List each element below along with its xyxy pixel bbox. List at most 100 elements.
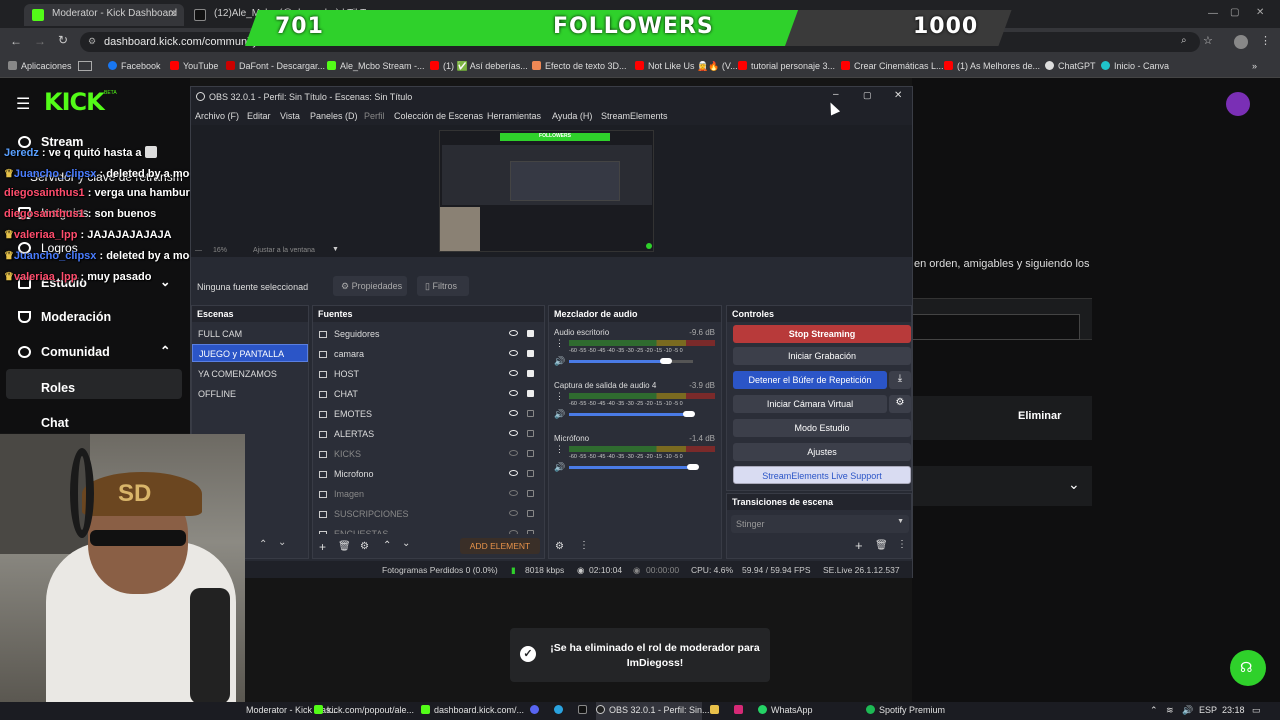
folder-icon[interactable] xyxy=(710,705,723,715)
bookmark-efecto-texto[interactable]: Efecto de texto 3D... xyxy=(532,61,627,71)
lock-icon[interactable] xyxy=(527,430,534,437)
source-item[interactable]: KICKS xyxy=(313,445,544,463)
nav-moderacion[interactable]: Moderación xyxy=(18,310,111,324)
role-name-input[interactable] xyxy=(912,314,1080,340)
save-replay-icon[interactable]: ⤓ xyxy=(889,371,911,389)
taskbar-item[interactable]: dashboard.kick.com/... xyxy=(421,705,524,715)
site-info-icon[interactable]: ⚙ xyxy=(88,36,96,47)
visibility-eye-icon[interactable] xyxy=(509,350,518,356)
source-item[interactable]: CHAT xyxy=(313,385,544,403)
menu-streamelements[interactable]: StreamElements xyxy=(601,111,668,121)
add-element-button[interactable]: ADD ELEMENT xyxy=(460,538,540,554)
bookmark-dafont[interactable]: DaFont - Descargar... xyxy=(226,61,325,71)
menu-dots-icon[interactable]: ⋮ xyxy=(555,338,564,349)
wifi-icon[interactable]: ≋ xyxy=(1166,705,1174,716)
bookmark-youtube[interactable]: YouTube xyxy=(170,61,218,71)
add-icon[interactable]: + xyxy=(855,538,863,553)
menu-dots-icon[interactable]: ⋮ xyxy=(555,444,564,455)
bookmark-star-icon[interactable]: ☆ xyxy=(1203,34,1213,47)
bookmark-not-like-us[interactable]: Not Like Us 🧝🔥 (V... xyxy=(635,61,738,72)
scene-item[interactable]: YA COMENZAMOS xyxy=(192,365,308,383)
menu-perfil[interactable]: Perfil xyxy=(364,111,385,121)
tiktok-icon[interactable] xyxy=(578,705,591,715)
lock-icon[interactable] xyxy=(527,330,534,337)
chevron-down-icon[interactable]: ▼ xyxy=(332,246,339,253)
discord-icon[interactable] xyxy=(530,705,543,715)
minimize-icon[interactable]: — xyxy=(1208,8,1218,19)
source-item[interactable]: SUSCRIPCIONES xyxy=(313,505,544,523)
studio-mode-button[interactable]: Modo Estudio xyxy=(733,419,911,437)
visibility-eye-icon[interactable] xyxy=(509,510,518,516)
add-icon[interactable]: + xyxy=(319,540,326,554)
menu-dots-icon[interactable]: ⋮ xyxy=(555,391,564,402)
instagram-icon[interactable] xyxy=(734,705,747,715)
bookmark-video-1[interactable]: (1) ✅ Así deberías... xyxy=(430,61,528,72)
lock-icon[interactable] xyxy=(527,470,534,477)
source-item[interactable]: camara xyxy=(313,345,544,363)
forward-icon[interactable]: → xyxy=(34,34,46,48)
bookmark-facebook[interactable]: Facebook xyxy=(108,61,161,71)
chevron-down-icon[interactable]: ⌄ xyxy=(1068,476,1080,493)
replay-buffer-button[interactable]: Detener el Búfer de Repetición xyxy=(733,371,887,389)
lock-icon[interactable] xyxy=(527,350,534,357)
kick-logo[interactable]: KICK xyxy=(44,88,105,116)
bookmark-cinematicas[interactable]: Crear Cinemáticas L... xyxy=(841,61,944,71)
volume-icon[interactable]: 🔊 xyxy=(1182,705,1193,716)
volume-knob[interactable] xyxy=(687,464,699,470)
move-down-icon[interactable]: ⌄ xyxy=(402,538,410,549)
speaker-icon[interactable]: 🔊 xyxy=(554,356,565,367)
menu-ayuda[interactable]: Ayuda (H) xyxy=(552,111,592,121)
menu-coleccion[interactable]: Colección de Escenas xyxy=(394,111,483,121)
properties-button[interactable]: ⚙ Propiedades xyxy=(333,276,407,296)
collapsible-row[interactable] xyxy=(912,466,1092,506)
taskbar-item-active[interactable]: OBS 32.0.1 - Perfil: Sin... xyxy=(596,702,710,720)
source-item[interactable]: EMOTES xyxy=(313,405,544,423)
trash-icon[interactable]: 🗑 xyxy=(875,540,888,551)
menu-paneles[interactable]: Paneles (D) xyxy=(310,111,358,121)
transition-select[interactable]: Stinger ▼ xyxy=(731,515,909,533)
taskbar-item[interactable]: Spotify Premium xyxy=(866,705,945,715)
lock-icon[interactable] xyxy=(527,370,534,377)
menu-dots-icon[interactable]: ⋮ xyxy=(897,539,907,550)
close-icon[interactable]: ✕ xyxy=(894,90,902,101)
speaker-icon[interactable]: 🔊 xyxy=(554,462,565,473)
start-recording-button[interactable]: Iniciar Grabación xyxy=(733,347,911,365)
visibility-eye-icon[interactable] xyxy=(509,490,518,496)
lock-icon[interactable] xyxy=(527,450,534,457)
eliminar-button[interactable]: Eliminar xyxy=(1018,410,1061,422)
profile-avatar[interactable] xyxy=(1234,35,1248,49)
lock-icon[interactable] xyxy=(527,390,534,397)
close-icon[interactable]: ✕ xyxy=(169,7,178,20)
bookmark-canva[interactable]: Inicio - Canva xyxy=(1101,61,1169,71)
virtual-camera-button[interactable]: Iniciar Cámara Virtual xyxy=(733,395,887,413)
volume-slider[interactable] xyxy=(569,413,689,416)
minimize-icon[interactable]: – xyxy=(833,89,839,100)
stop-streaming-button[interactable]: Stop Streaming xyxy=(733,325,911,343)
tab-kick-dashboard[interactable]: Moderator - Kick Dashboard ✕ xyxy=(24,4,184,26)
taskbar-item[interactable]: WhatsApp xyxy=(758,705,813,715)
visibility-eye-icon[interactable] xyxy=(509,370,518,376)
visibility-eye-icon[interactable] xyxy=(509,390,518,396)
volume-knob[interactable] xyxy=(660,358,672,364)
menu-herramientas[interactable]: Herramientas xyxy=(487,111,541,121)
move-up-icon[interactable]: ⌃ xyxy=(259,539,267,550)
scene-item[interactable]: FULL CAM xyxy=(192,325,308,343)
mixer-settings-icon[interactable]: ⚙ xyxy=(555,541,564,552)
back-icon[interactable]: ← xyxy=(10,34,22,48)
hamburger-menu-icon[interactable]: ☰ xyxy=(16,94,30,114)
menu-dots-icon[interactable]: ⋮ xyxy=(579,540,589,551)
bookmark-apps[interactable]: Aplicaciones xyxy=(8,61,72,71)
menu-dots-icon[interactable]: ⋮ xyxy=(1260,34,1271,47)
scene-item-selected[interactable]: JUEGO y PANTALLA xyxy=(192,344,308,362)
nav-chat[interactable]: Chat xyxy=(41,416,69,430)
language-indicator[interactable]: ESP xyxy=(1199,705,1217,715)
telegram-icon[interactable] xyxy=(554,705,567,715)
visibility-eye-icon[interactable] xyxy=(509,430,518,436)
move-down-icon[interactable]: ⌄ xyxy=(278,537,286,548)
source-item[interactable]: Seguidores xyxy=(313,325,544,343)
source-item[interactable]: HOST xyxy=(313,365,544,383)
taskbar-item[interactable]: kick.com/popout/ale... xyxy=(314,705,414,715)
filters-button[interactable]: ▯ Filtros xyxy=(417,276,469,296)
speaker-icon[interactable]: 🔊 xyxy=(554,409,565,420)
volume-knob[interactable] xyxy=(683,411,695,417)
